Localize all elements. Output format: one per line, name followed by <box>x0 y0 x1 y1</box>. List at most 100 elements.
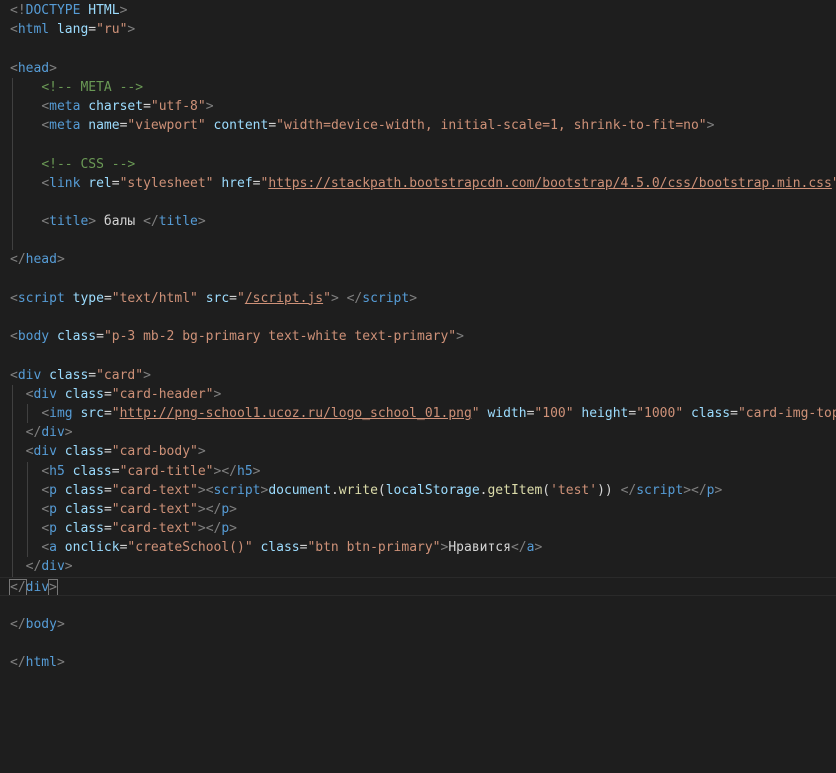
code-line[interactable] <box>0 346 836 365</box>
code-token: "card-title" <box>119 463 214 479</box>
code-token: < <box>10 329 18 345</box>
code-token: </ <box>10 655 26 671</box>
code-token: http://png-school1.ucoz.ru/logo_school_0… <box>119 405 472 421</box>
code-token: <!-- META --> <box>41 79 144 95</box>
code-token: < <box>41 118 50 134</box>
code-line[interactable] <box>0 231 836 251</box>
code-token: onclick <box>64 540 120 556</box>
code-line[interactable] <box>0 634 836 653</box>
code-token: div <box>33 444 57 460</box>
code-token: = <box>111 463 120 479</box>
code-token: Нравится <box>448 540 511 556</box>
code-token: < <box>41 214 50 230</box>
code-line[interactable]: <meta name="viewport" content="width=dev… <box>0 116 836 136</box>
code-line[interactable]: <img src="http://png-school1.ucoz.ru/log… <box>0 403 836 424</box>
code-line[interactable] <box>0 596 836 615</box>
code-editor[interactable]: <!DOCTYPE HTML> <html lang="ru"> <head> <!… <box>0 0 836 773</box>
code-token: src <box>205 290 230 306</box>
code-token: p <box>221 521 230 537</box>
code-token: h5 <box>49 463 65 479</box>
code-line[interactable]: <!-- CSS --> <box>0 154 836 174</box>
code-token: = <box>96 329 104 345</box>
code-token: </ <box>691 482 707 498</box>
code-line[interactable]: </head> <box>0 250 836 269</box>
code-token: html <box>17 22 50 38</box>
code-token: = <box>268 118 277 134</box>
code-token: </ <box>25 559 42 575</box>
code-token: class <box>64 444 104 460</box>
code-token: < <box>41 405 50 421</box>
code-line[interactable]: </div> <box>0 423 836 443</box>
code-token: "card-body" <box>111 444 198 460</box>
code-token: < <box>205 482 214 498</box>
code-line[interactable] <box>0 308 836 327</box>
code-token: < <box>41 463 50 479</box>
code-line[interactable]: <div class="card"> <box>0 366 836 385</box>
code-token: > <box>683 482 692 498</box>
code-token: p <box>221 501 230 517</box>
code-line[interactable]: <p class="card-text"></p> <box>0 499 836 520</box>
code-token: > <box>56 617 65 632</box>
code-token: html <box>25 655 57 671</box>
code-token: body <box>25 617 57 632</box>
code-token: script <box>362 290 410 306</box>
code-line[interactable]: <link rel="stylesheet" href="https://sta… <box>0 173 836 193</box>
code-token: "100" <box>534 405 574 421</box>
code-token: </ <box>205 501 222 517</box>
code-token: div <box>41 425 65 441</box>
indent-guide <box>12 116 13 136</box>
code-token: document <box>268 482 331 498</box>
code-line[interactable]: <a onclick="createSchool()" class="btn b… <box>0 538 836 558</box>
code-line[interactable]: <!DOCTYPE HTML> <box>0 1 836 20</box>
code-token: = <box>103 386 112 402</box>
code-line[interactable]: <script type="text/html" src="/script.js… <box>0 289 836 308</box>
code-token: meta <box>49 98 81 114</box>
code-token: </ <box>620 482 637 498</box>
code-line[interactable]: </body> <box>0 615 836 634</box>
code-token: = <box>730 405 738 421</box>
code-token: /script.js <box>244 290 324 306</box>
code-line[interactable] <box>0 135 836 155</box>
code-token: div <box>17 367 42 383</box>
code-token: = <box>103 290 112 306</box>
code-token: " <box>237 290 245 306</box>
code-token: p <box>49 482 57 498</box>
code-token: > <box>197 501 206 517</box>
code-line[interactable]: <title> балы </title> <box>0 212 836 232</box>
code-token: < <box>10 290 18 306</box>
code-line[interactable]: <html lang="ru"> <box>0 20 836 39</box>
code-line[interactable] <box>0 39 836 58</box>
code-line[interactable] <box>0 270 836 289</box>
code-line[interactable] <box>0 192 836 213</box>
code-line[interactable]: </div> <box>0 557 836 577</box>
code-line[interactable]: <body class="p-3 mb-2 bg-primary text-wh… <box>0 327 836 346</box>
code-line[interactable]: <!-- META --> <box>0 77 836 97</box>
indent-guide <box>27 538 28 558</box>
code-line[interactable]: </div> <box>0 576 836 596</box>
code-line[interactable]: <meta charset="utf-8"> <box>0 96 836 117</box>
code-token: < <box>41 501 50 517</box>
code-token: "card-header" <box>111 386 214 402</box>
code-line[interactable]: <head> <box>0 59 836 78</box>
indent-guide <box>12 538 13 558</box>
code-line[interactable]: <p class="card-text"><script>document.wr… <box>0 480 836 500</box>
code-line[interactable]: <div class="card-header"> <box>0 384 836 404</box>
code-line[interactable]: <p class="card-text"></p> <box>0 519 836 539</box>
code-token: charset <box>88 98 144 114</box>
code-token: </ <box>10 617 26 632</box>
code-token: > <box>205 98 214 114</box>
code-line[interactable]: <div class="card-body"> <box>0 442 836 462</box>
code-line[interactable]: </html> <box>0 653 836 672</box>
indent-guide <box>12 135 13 155</box>
code-line[interactable]: <h5 class="card-title"></h5> <box>0 461 836 481</box>
code-token: body <box>17 329 50 345</box>
